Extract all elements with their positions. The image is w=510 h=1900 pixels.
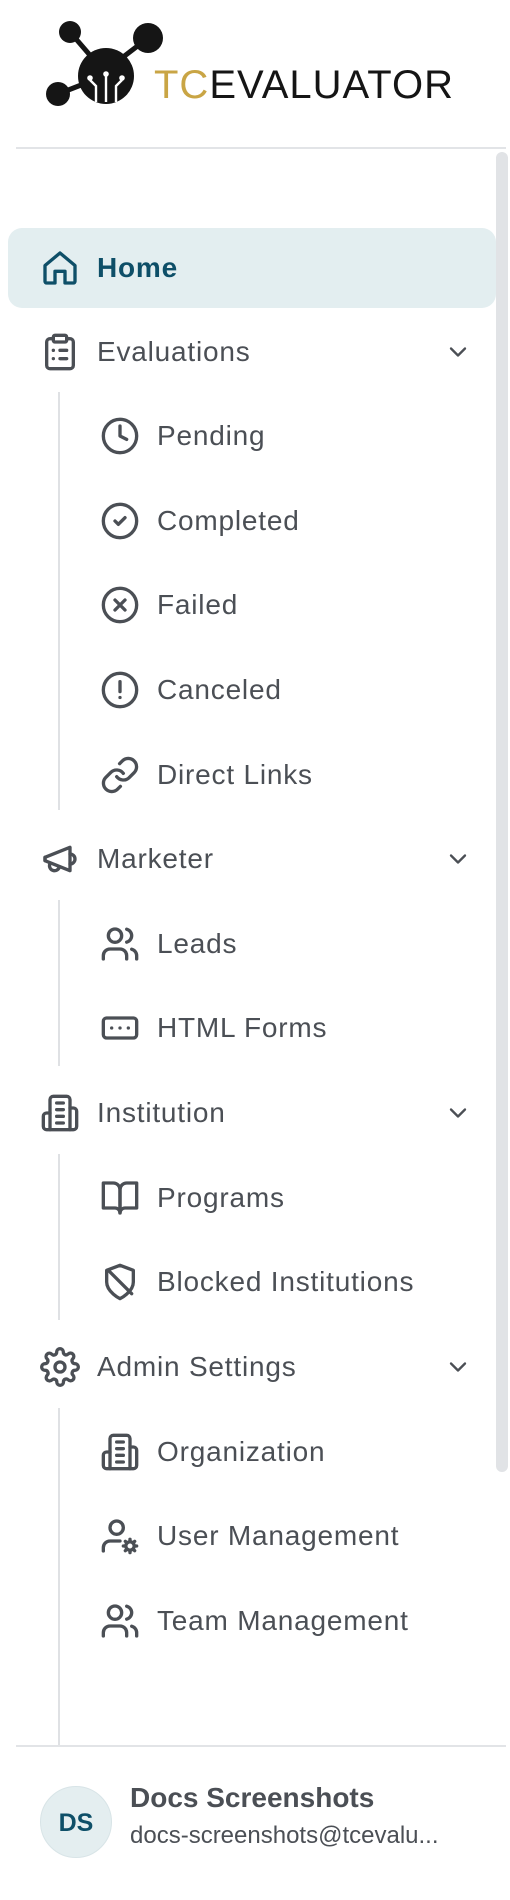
institution-group-line (58, 1154, 60, 1320)
home-icon (40, 248, 80, 288)
book-open-icon (100, 1178, 140, 1218)
sidebar-item-label: Programs (157, 1182, 285, 1213)
sidebar-item-pending[interactable]: Pending (68, 396, 488, 476)
check-circle-icon (100, 501, 140, 541)
avatar[interactable]: DS (40, 1786, 112, 1858)
chevron-down-icon[interactable] (444, 1353, 472, 1381)
sidebar-item-label: HTML Forms (157, 1012, 328, 1043)
marketer-group-line (58, 900, 60, 1066)
sidebar-item-label: Blocked Institutions (157, 1266, 415, 1297)
clipboard-list-icon (40, 332, 80, 372)
megaphone-icon (40, 839, 80, 879)
alert-circle-icon (100, 670, 140, 710)
evaluations-group-line (58, 392, 60, 810)
sidebar-item-blocked-institutions[interactable]: Blocked Institutions (68, 1242, 488, 1322)
sidebar-item-label: Failed (157, 589, 239, 620)
user-cog-icon (100, 1516, 140, 1556)
users-icon (100, 1601, 140, 1641)
sidebar-item-label: Direct Links (157, 759, 313, 790)
sidebar-item-programs[interactable]: Programs (68, 1158, 488, 1238)
sidebar-item-home[interactable]: Home (8, 228, 496, 308)
sidebar-item-label: Completed (157, 505, 300, 536)
admin-settings-group-line (58, 1408, 60, 1745)
clock-icon (100, 416, 140, 456)
users-icon (100, 924, 140, 964)
sidebar-item-label: Team Management (157, 1605, 409, 1636)
sidebar-item-label: Evaluations (97, 336, 251, 367)
sidebar-item-label: Marketer (97, 843, 214, 874)
sidebar-item-label: Institution (97, 1097, 226, 1128)
sidebar-item-label: Admin Settings (97, 1351, 297, 1382)
sidebar-item-evaluations[interactable]: Evaluations (8, 312, 496, 392)
sidebar-item-institution[interactable]: Institution (8, 1073, 496, 1153)
sidebar-item-label: Organization (157, 1436, 326, 1467)
sidebar-item-label: Canceled (157, 674, 282, 705)
sidebar-item-team-management[interactable]: Team Management (68, 1581, 488, 1661)
sidebar-item-label: Leads (157, 928, 238, 959)
chevron-down-icon[interactable] (444, 1099, 472, 1127)
sidebar-item-marketer[interactable]: Marketer (8, 819, 496, 899)
chevron-down-icon[interactable] (444, 845, 472, 873)
shield-off-icon (100, 1262, 140, 1302)
sidebar-item-label: Pending (157, 420, 266, 451)
building-icon (100, 1432, 140, 1472)
chevron-down-icon[interactable] (444, 338, 472, 366)
sidebar-item-organization[interactable]: Organization (68, 1412, 488, 1492)
gear-icon (40, 1347, 80, 1387)
x-circle-icon (100, 585, 140, 625)
sidebar-item-failed[interactable]: Failed (68, 565, 488, 645)
sidebar-item-completed[interactable]: Completed (68, 481, 488, 561)
link-icon (100, 755, 140, 795)
sidebar-item-html-forms[interactable]: HTML Forms (68, 988, 488, 1068)
sidebar-item-label: User Management (157, 1520, 400, 1551)
footer-divider (16, 1745, 506, 1747)
sidebar-item-direct-links[interactable]: Direct Links (68, 735, 488, 815)
user-profile[interactable]: DS Docs Screenshots docs-screenshots@tce… (0, 1748, 510, 1900)
building-icon (40, 1093, 80, 1133)
sidebar-item-user-management[interactable]: User Management (68, 1496, 488, 1576)
form-input-icon (100, 1008, 140, 1048)
sidebar-item-label: Home (97, 252, 178, 283)
sidebar-nav: Home Evaluations Pending Completed Faile… (0, 0, 510, 1745)
sidebar-item-leads[interactable]: Leads (68, 904, 488, 984)
sidebar-item-admin-settings[interactable]: Admin Settings (8, 1327, 496, 1407)
sidebar-item-canceled[interactable]: Canceled (68, 650, 488, 730)
user-name: Docs Screenshots (130, 1782, 375, 1813)
user-email: docs-screenshots@tcevalu... (130, 1822, 439, 1849)
